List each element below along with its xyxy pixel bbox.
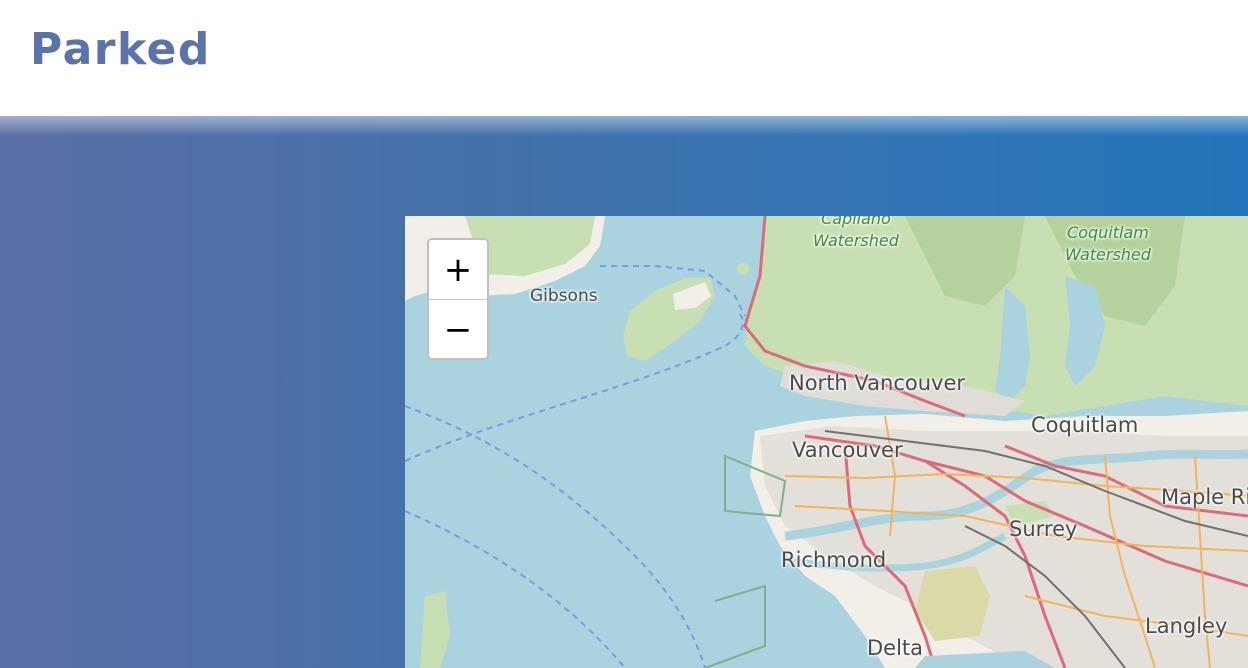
map-label-capilano-line1: Capilano bbox=[821, 216, 891, 228]
map-label-coquitlam-ws-line1: Coquitlam bbox=[1067, 223, 1149, 242]
map-label-gibsons: Gibsons bbox=[530, 286, 598, 306]
map-label-surrey: Surrey bbox=[1009, 517, 1078, 541]
page-header: Parked bbox=[0, 0, 1248, 116]
map-label-north-vancouver: North Vancouver bbox=[789, 371, 966, 395]
page-title: Parked bbox=[30, 24, 211, 75]
map-label-coquitlam-ws-line2: Watershed bbox=[1065, 245, 1151, 264]
zoom-control: + − bbox=[427, 238, 489, 360]
map-label-coquitlam: Coquitlam bbox=[1031, 413, 1139, 437]
map-label-delta: Delta bbox=[867, 636, 924, 660]
map-label-langley: Langley bbox=[1145, 614, 1228, 638]
map-label-capilano-line2: Watershed bbox=[813, 231, 899, 250]
map-label-maple-ridge: Maple Ridge bbox=[1161, 485, 1248, 509]
zoom-in-button[interactable]: + bbox=[429, 240, 487, 300]
zoom-out-button[interactable]: − bbox=[429, 300, 487, 358]
map-label-coquitlam-watershed: Coquitlam Watershed bbox=[1065, 222, 1151, 266]
map-label-richmond: Richmond bbox=[781, 548, 887, 572]
banner-shadow bbox=[0, 116, 1248, 136]
map-label-capilano-watershed: Capilano Watershed bbox=[813, 216, 899, 252]
map-view[interactable]: + − Capilano Watershed Coquitlam Watersh… bbox=[405, 216, 1248, 668]
map-label-vancouver: Vancouver bbox=[792, 438, 903, 462]
